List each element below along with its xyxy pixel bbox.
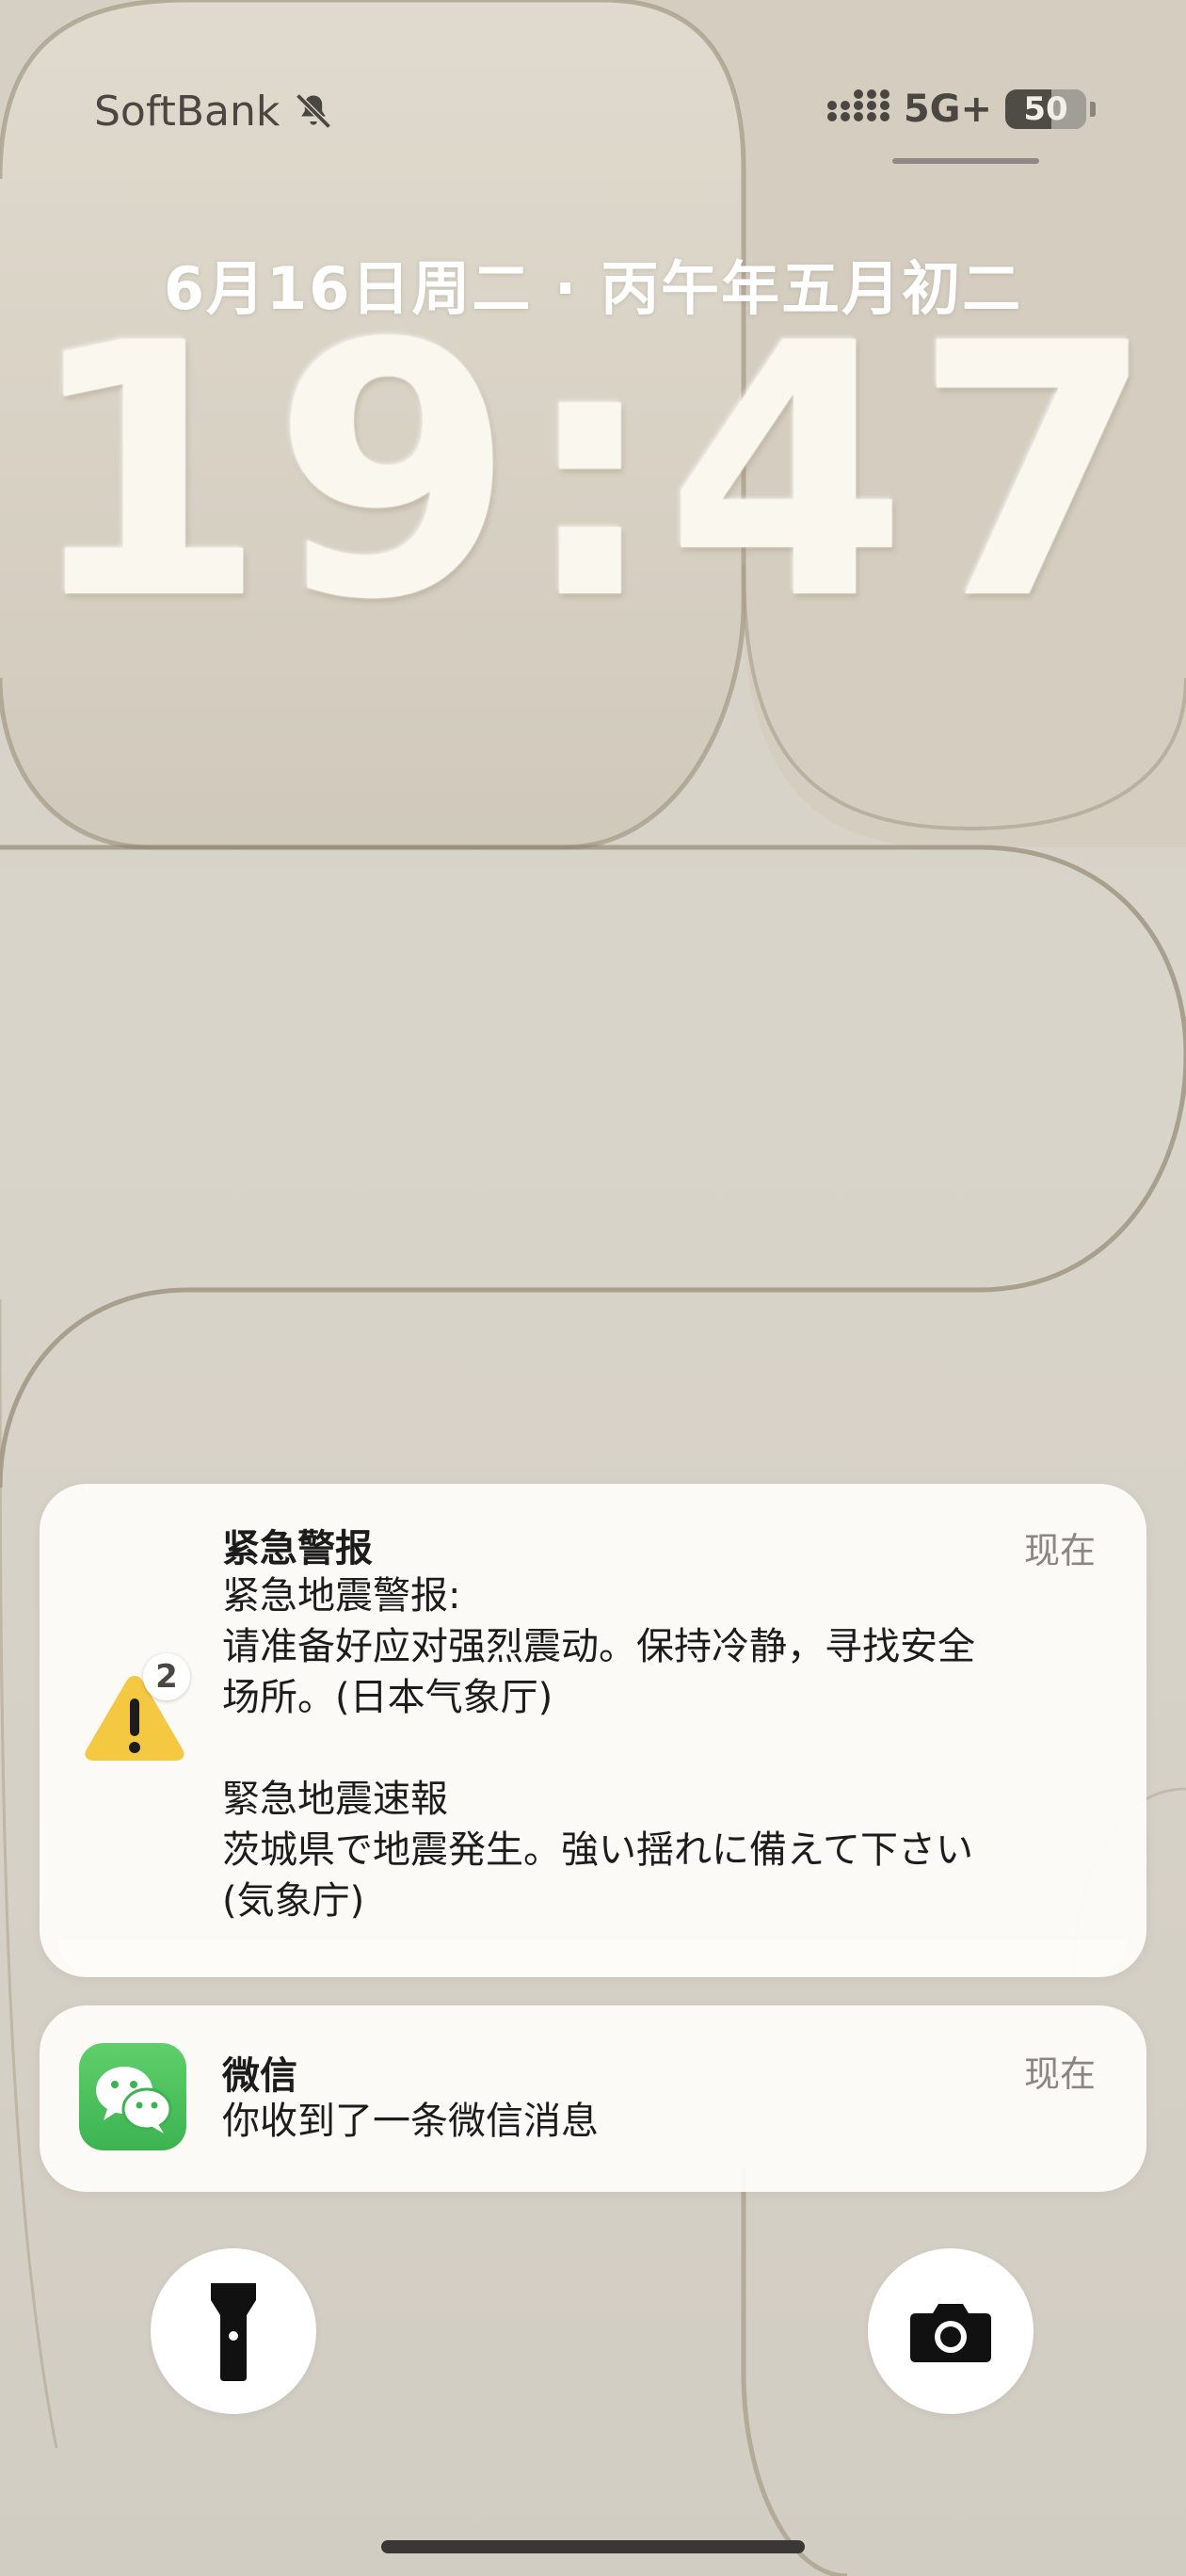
battery-percent: 50 <box>1023 90 1068 128</box>
home-indicator[interactable] <box>381 2540 805 2553</box>
emergency-alert-notification[interactable]: 2 紧急警报 现在 紧急地震警报: 请准备好应对强烈震动。保持冷静，寻找安全 场… <box>40 1484 1146 1977</box>
notification-body: 你收到了一条微信消息 <box>222 2100 599 2143</box>
carrier-name: SoftBank <box>94 87 280 136</box>
battery-icon: 50 <box>1005 89 1086 129</box>
notification-time: 现在 <box>1023 2053 1096 2095</box>
notification-time: 现在 <box>1023 1530 1096 1571</box>
flashlight-button[interactable] <box>151 2248 316 2414</box>
notification-count-badge: 2 <box>143 1653 190 1700</box>
notification-body: 紧急地震警报: 请准备好应对强烈震动。保持冷静，寻找安全 场所。(日本气象厅) … <box>222 1574 975 1923</box>
signal-dots-icon <box>826 87 890 132</box>
notification-app-name: 紧急警报 <box>222 1527 373 1570</box>
network-type: 5G+ <box>903 88 992 131</box>
wechat-icon <box>79 2043 186 2150</box>
carrier-status: SoftBank <box>94 85 334 137</box>
notification-app-name: 微信 <box>222 2054 297 2098</box>
battery-cap <box>1090 102 1096 117</box>
camera-icon <box>910 2304 991 2362</box>
camera-button[interactable] <box>868 2248 1034 2414</box>
bell-slash-icon <box>293 90 334 132</box>
lock-clock[interactable]: 19:47 <box>0 299 1186 648</box>
status-indicators: 5G+ 50 <box>826 83 1096 136</box>
control-center-handle[interactable] <box>892 158 1039 164</box>
flashlight-icon <box>211 2283 256 2381</box>
wechat-notification[interactable]: 微信 现在 你收到了一条微信消息 <box>40 2005 1146 2192</box>
